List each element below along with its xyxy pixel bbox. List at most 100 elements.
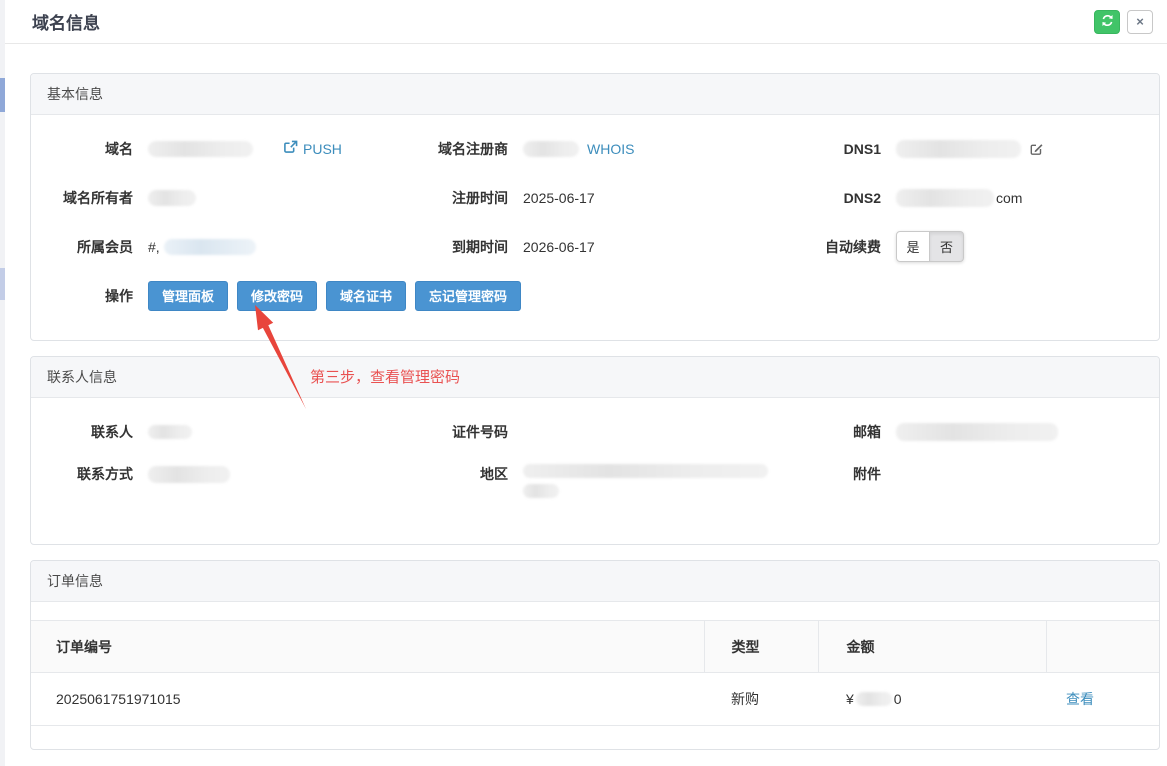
dns2-field: DNS2 com [791,173,1159,222]
dns1-redacted-value [896,140,1021,158]
order-info-title: 订单信息 [31,561,1159,602]
order-table-row: 2025061751971015 新购 ¥ 0 查看 [31,673,1159,726]
refresh-icon [1101,14,1114,30]
order-info-panel: 订单信息 订单编号 类型 金额 2025061751971015 [30,560,1160,750]
registrar-label: 域名注册商 [423,139,508,159]
attachment-field: 附件 [791,464,1159,484]
close-icon: × [1136,15,1144,28]
expire-time-value: 2026-06-17 [523,239,595,255]
field-row: 操作 管理面板 修改密码 域名证书 忘记管理密码 [31,271,1159,320]
action-buttons: 管理面板 修改密码 域名证书 忘记管理密码 [148,281,521,311]
whois-link[interactable]: WHOIS [587,141,634,157]
forgot-password-button[interactable]: 忘记管理密码 [415,281,521,311]
basic-info-fields: 域名 [31,115,1159,340]
member-field: 所属会员 #, [31,222,423,271]
auto-renew-no-button[interactable]: 否 [930,231,964,262]
domain-label: 域名 [31,139,133,159]
push-label: PUSH [303,141,342,157]
owner-label: 域名所有者 [31,188,133,208]
order-no-cell: 2025061751971015 [31,673,704,726]
phone-redacted-value [148,466,230,483]
view-order-link[interactable]: 查看 [1066,689,1094,709]
dns2-redacted-value [896,189,994,207]
contact-redacted-value [148,425,192,439]
auto-renew-yes-button[interactable]: 是 [896,231,930,262]
member-label: 所属会员 [31,237,133,257]
contact-field: 联系人 [31,407,423,456]
email-label: 邮箱 [791,422,881,442]
reg-time-value: 2025-06-17 [523,190,595,206]
close-button[interactable]: × [1127,10,1153,34]
region-redacted-line2 [523,484,559,498]
domain-info-modal: 域名信息 × [5,0,1167,766]
region-label: 地区 [423,464,508,484]
dns2-suffix: com [996,190,1022,206]
edit-dns-icon[interactable] [1029,141,1044,156]
order-type-cell: 新购 [704,673,818,726]
screen: 域名信息 × [0,0,1167,766]
id-number-label: 证件号码 [423,422,508,442]
order-action-cell: 查看 [1046,673,1159,726]
member-redacted-value [164,239,256,255]
auto-renew-field: 自动续费 是 否 [791,222,1159,271]
registrar-redacted-value [523,141,579,157]
contact-info-fields: 联系人 证件号码 邮箱 [31,398,1159,544]
registrar-field: 域名注册商 WHOIS [423,124,791,173]
push-icon [283,140,298,157]
change-password-button[interactable]: 修改密码 [237,281,317,311]
auto-renew-toggle: 是 否 [896,231,964,262]
owner-field: 域名所有者 [31,173,423,222]
domain-redacted-value [148,141,253,157]
modal-header: 域名信息 × [5,0,1167,44]
field-row: 联系人 证件号码 邮箱 [31,407,1159,456]
amount-prefix: ¥ [846,691,854,707]
field-row: 域名所有者 注册时间 2025-06-17 DNS2 com [31,173,1159,222]
region-field: 地区 [423,464,791,498]
dns1-label: DNS1 [791,141,881,157]
order-amount-cell: ¥ 0 [818,673,1046,726]
push-link[interactable]: PUSH [283,140,342,157]
step-annotation-text: 第三步，查看管理密码 [310,366,460,387]
basic-info-panel: 基本信息 域名 [30,73,1160,341]
type-column-header: 类型 [704,621,818,673]
region-redacted-line1 [523,464,768,478]
amount-column-header: 金额 [818,621,1046,673]
order-panel-bottom-space [31,726,1159,749]
order-table: 订单编号 类型 金额 2025061751971015 新购 [31,620,1159,726]
dns2-label: DNS2 [791,190,881,206]
reg-time-label: 注册时间 [423,188,508,208]
expire-time-field: 到期时间 2026-06-17 [423,222,791,271]
member-prefix: #, [148,239,160,255]
field-row: 域名 [31,124,1159,173]
reg-time-field: 注册时间 2025-06-17 [423,173,791,222]
dns1-field: DNS1 [791,124,1159,173]
order-table-gap [31,602,1159,620]
contact-info-title: 联系人信息 [31,357,1159,398]
phone-field: 联系方式 [31,464,423,484]
field-row: 所属会员 #, 到期时间 2026-06-17 自动续费 [31,222,1159,271]
contact-info-panel: 联系人信息 联系人 证件号码 邮箱 [30,356,1160,545]
attachment-label: 附件 [791,464,881,484]
owner-redacted-value [148,190,196,206]
modal-body: 基本信息 域名 [5,44,1167,750]
refresh-button[interactable] [1094,10,1120,34]
actions-field: 操作 管理面板 修改密码 域名证书 忘记管理密码 [31,271,1159,320]
expire-time-label: 到期时间 [423,237,508,257]
email-redacted-value [896,423,1058,441]
phone-label: 联系方式 [31,464,133,484]
contact-label: 联系人 [31,422,133,442]
action-column-header [1046,621,1159,673]
domain-certificate-button[interactable]: 域名证书 [326,281,406,311]
order-table-header-row: 订单编号 类型 金额 [31,621,1159,673]
header-actions: × [1094,10,1153,34]
email-field: 邮箱 [791,407,1159,456]
page-title: 域名信息 [32,9,1094,34]
domain-field: 域名 [31,124,423,173]
auto-renew-label: 自动续费 [791,237,881,257]
amount-suffix: 0 [894,691,902,707]
field-row: 联系方式 地区 附件 [31,456,1159,516]
id-number-field: 证件号码 [423,407,791,456]
manage-panel-button[interactable]: 管理面板 [148,281,228,311]
amount-redacted-value [856,692,892,706]
basic-info-title: 基本信息 [31,74,1159,115]
